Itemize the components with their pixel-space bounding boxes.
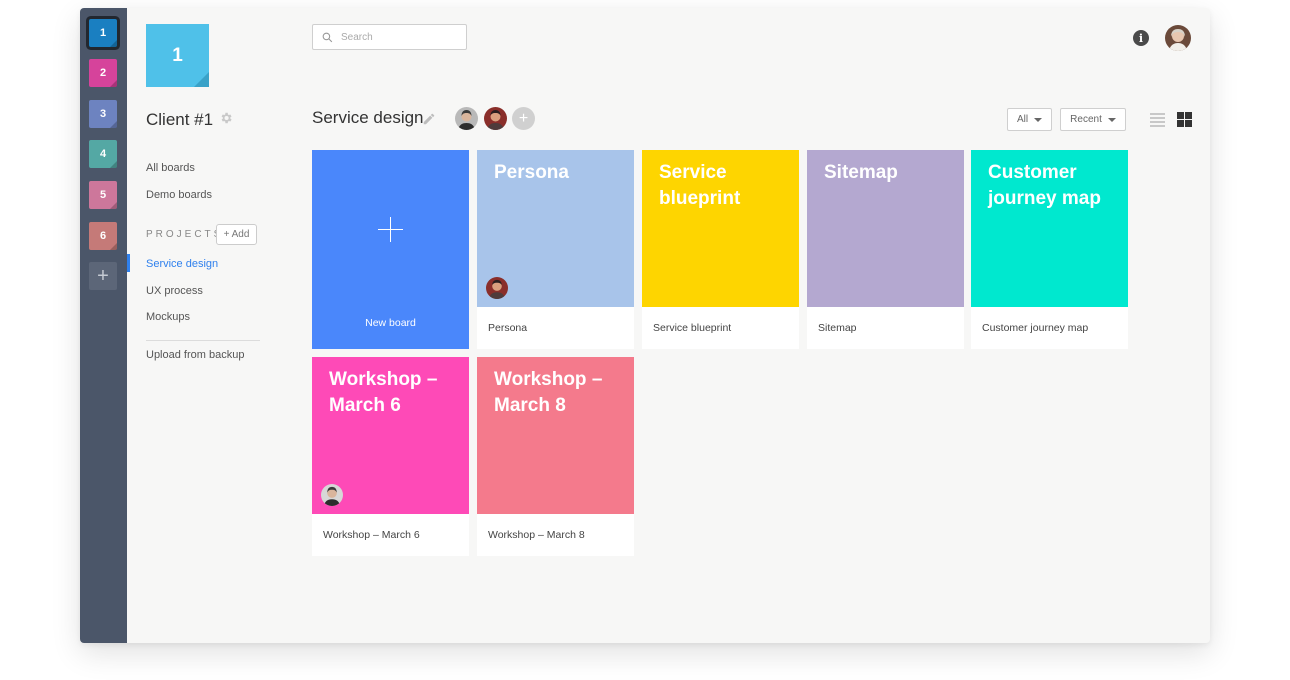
workspace-label: 1 bbox=[99, 27, 107, 39]
workspace-label: 6 bbox=[99, 230, 107, 242]
workspace-label: 2 bbox=[99, 67, 107, 79]
client-name: Client #1 bbox=[146, 110, 214, 129]
workspace-label: 3 bbox=[99, 108, 107, 120]
project-ux-process[interactable]: UX process bbox=[146, 285, 203, 297]
board-card-thumbnail: Persona bbox=[477, 150, 634, 307]
search-icon bbox=[322, 32, 333, 42]
workspace-label: 4 bbox=[99, 148, 107, 160]
chevron-down-icon bbox=[1034, 117, 1043, 122]
board-card-persona[interactable]: Persona Persona bbox=[477, 150, 634, 349]
board-card-title: Customer journey map bbox=[988, 162, 1101, 209]
app-window: 1 2 3 4 5 6 + 1 Client #1 All boards Dem… bbox=[80, 8, 1210, 643]
workspace-1-button[interactable]: 1 bbox=[89, 19, 117, 47]
new-board-label: New board bbox=[365, 317, 416, 329]
client-logo-label: 1 bbox=[172, 44, 183, 66]
board-card-thumbnail: Sitemap bbox=[807, 150, 964, 307]
plus-icon bbox=[378, 217, 403, 242]
board-card-title: Persona bbox=[494, 162, 569, 183]
project-service-design[interactable]: Service design bbox=[146, 258, 218, 270]
workspace-label: 5 bbox=[99, 189, 107, 201]
add-workspace-button[interactable]: + bbox=[89, 262, 117, 290]
board-card-workshop-march-6[interactable]: Workshop – March 6 Workshop – March 6 bbox=[312, 357, 469, 556]
board-card-caption: Service blueprint bbox=[653, 322, 732, 334]
board-card-service-blueprint[interactable]: Service blueprint Service blueprint bbox=[642, 150, 799, 349]
gear-icon[interactable] bbox=[219, 111, 233, 130]
list-view-icon[interactable] bbox=[1150, 112, 1165, 127]
add-member-button[interactable]: + bbox=[512, 107, 535, 130]
board-card-workshop-march-8[interactable]: Workshop – March 8 Workshop – March 8 bbox=[477, 357, 634, 556]
board-card-thumbnail: Workshop – March 6 bbox=[312, 357, 469, 514]
info-icon[interactable]: i bbox=[1133, 30, 1149, 46]
sort-recent-dropdown[interactable]: Recent bbox=[1060, 108, 1126, 131]
filter-all-label: All bbox=[1016, 114, 1029, 125]
workspace-3-button[interactable]: 3 bbox=[89, 100, 117, 128]
upload-from-backup-link[interactable]: Upload from backup bbox=[146, 349, 244, 361]
workspace-5-button[interactable]: 5 bbox=[89, 181, 117, 209]
workspace-6-button[interactable]: 6 bbox=[89, 222, 117, 250]
board-card-thumbnail: Service blueprint bbox=[642, 150, 799, 307]
pencil-icon[interactable] bbox=[422, 112, 436, 131]
board-card-title: Service blueprint bbox=[659, 162, 741, 209]
add-project-button[interactable]: + Add bbox=[216, 224, 257, 245]
filter-all-dropdown[interactable]: All bbox=[1007, 108, 1052, 131]
nav-demo-boards[interactable]: Demo boards bbox=[146, 189, 212, 201]
board-card-caption: Workshop – March 6 bbox=[323, 529, 420, 541]
project-mockups[interactable]: Mockups bbox=[146, 311, 190, 323]
board-card-caption: Workshop – March 8 bbox=[488, 529, 585, 541]
board-card-caption: Customer journey map bbox=[982, 322, 1089, 334]
board-card-title: Workshop – March 8 bbox=[494, 369, 603, 416]
nav-all-boards[interactable]: All boards bbox=[146, 162, 195, 174]
user-avatar[interactable] bbox=[1165, 25, 1191, 51]
member-avatar[interactable] bbox=[455, 107, 478, 130]
board-title: Service design bbox=[312, 108, 424, 127]
board-card-thumbnail: Workshop – March 8 bbox=[477, 357, 634, 514]
chevron-down-icon bbox=[1107, 117, 1116, 122]
search-input[interactable] bbox=[339, 30, 453, 44]
board-card-caption: Persona bbox=[488, 322, 528, 334]
grid-view-icon[interactable] bbox=[1177, 112, 1192, 127]
collaborator-avatar bbox=[321, 484, 343, 506]
collaborator-avatar bbox=[486, 277, 508, 299]
board-card-title: Sitemap bbox=[824, 162, 898, 183]
board-card-thumbnail: Customer journey map bbox=[971, 150, 1128, 307]
search-box[interactable] bbox=[312, 24, 467, 50]
workspace-2-button[interactable]: 2 bbox=[89, 59, 117, 87]
sort-recent-label: Recent bbox=[1070, 114, 1102, 125]
client-logo: 1 bbox=[146, 24, 209, 87]
projects-heading: PROJECTS bbox=[146, 229, 224, 240]
board-card-customer-journey-map[interactable]: Customer journey map Customer journey ma… bbox=[971, 150, 1128, 349]
new-board-button[interactable]: New board bbox=[312, 150, 469, 349]
workspace-4-button[interactable]: 4 bbox=[89, 140, 117, 168]
workspace-rail: 1 2 3 4 5 6 + bbox=[80, 8, 127, 643]
member-avatar[interactable] bbox=[484, 107, 507, 130]
board-card-sitemap[interactable]: Sitemap Sitemap bbox=[807, 150, 964, 349]
board-card-caption: Sitemap bbox=[818, 322, 857, 334]
client-title: Client #1 bbox=[146, 110, 233, 130]
board-card-title: Workshop – March 6 bbox=[329, 369, 438, 416]
active-project-indicator bbox=[127, 254, 130, 272]
sidebar-divider bbox=[146, 340, 260, 341]
